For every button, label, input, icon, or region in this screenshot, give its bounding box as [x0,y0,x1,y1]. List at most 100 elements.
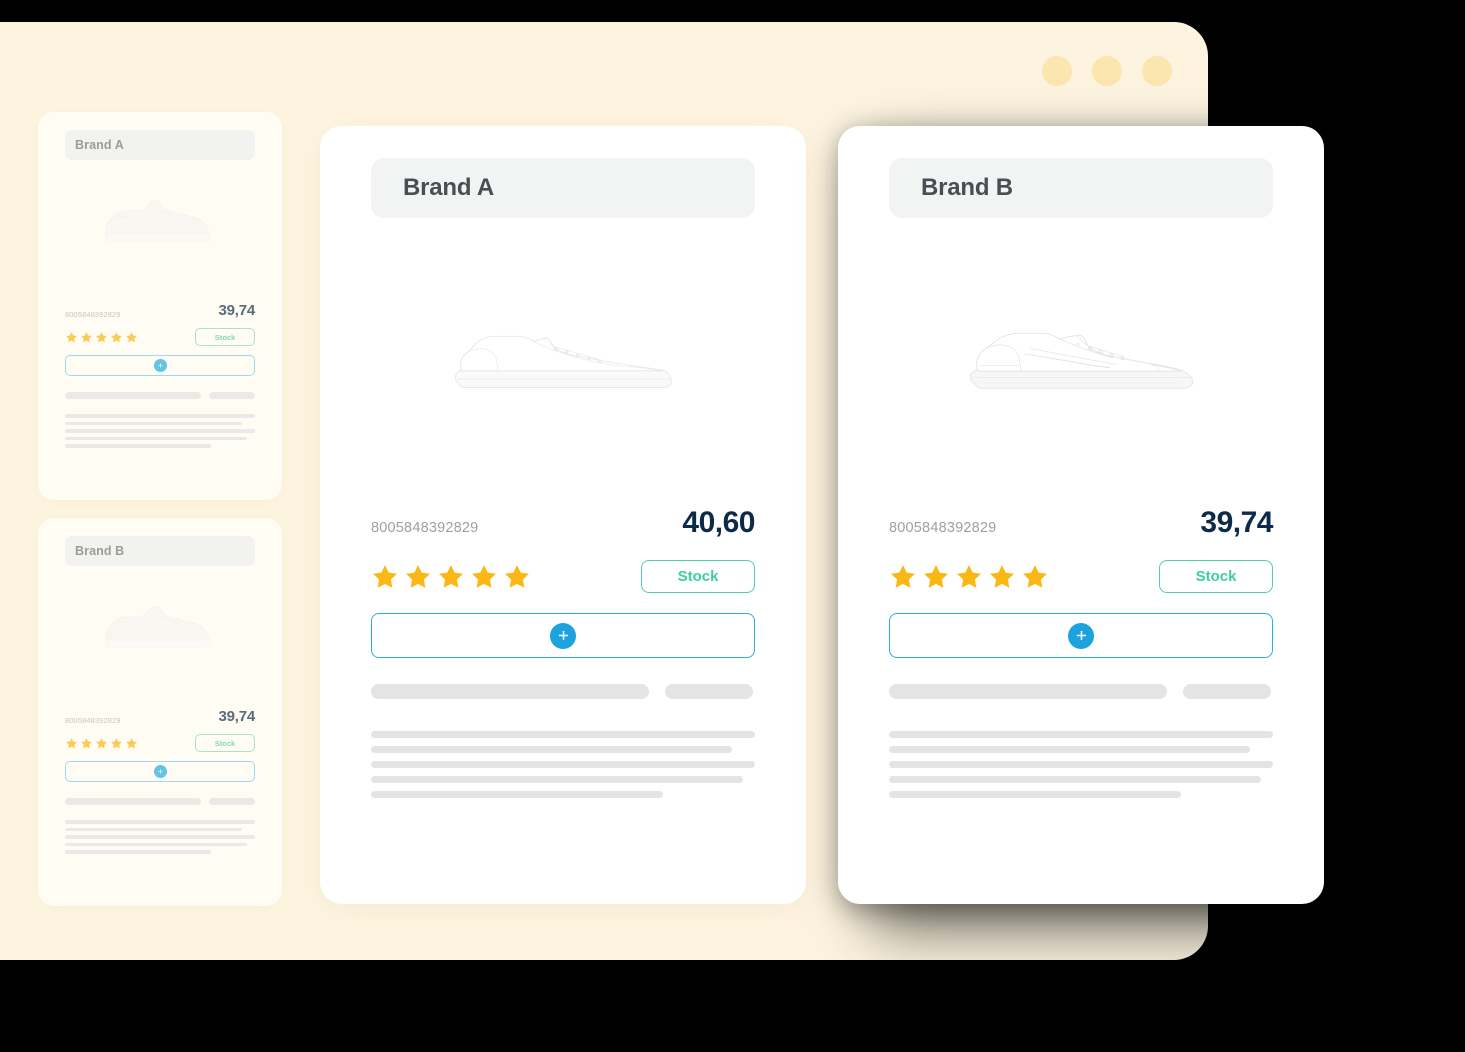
skeleton-bar [1183,684,1271,699]
star-icon [924,564,948,588]
star-icon [439,564,463,588]
screenshot-stage: Brand A 8005848392829 39,74 Stock Brand … [0,0,1465,1052]
rating-stock-row: Stock [889,560,1273,593]
sidebar-add-button[interactable] [65,355,255,376]
skeleton-line [65,414,255,418]
star-icon [81,737,92,748]
skeleton-bar [65,798,201,805]
sidebar-add-button[interactable] [65,761,255,782]
skeleton-line [889,761,1273,768]
star-icon [126,737,137,748]
product-image-brand-b [878,271,1284,456]
stock-badge: Stock [641,560,755,593]
sidebar-brand-pill: Brand A [65,130,255,160]
card-skeleton-brand-a [371,684,755,798]
skeleton-line [371,731,755,738]
skeleton-line [65,436,248,440]
skeleton-line [371,746,732,753]
rating-stock-row: Stock [371,560,755,593]
star-icon [957,564,981,588]
product-meta-brand-a: 8005848392829 40,60 Stock [371,506,755,658]
sidebar-product-image [100,196,215,244]
skeleton-line [889,791,1181,798]
star-icon [472,564,496,588]
sidebar-item-brand-a[interactable]: Brand A 8005848392829 39,74 Stock [38,112,282,500]
sidebar-price: 39,74 [218,708,255,725]
sidebar-rating-stars[interactable] [65,737,138,750]
sidebar-item-brand-b[interactable]: Brand B 8005848392829 39,74 Stock [38,518,282,906]
skeleton-line [65,820,255,824]
brand-pill: Brand B [889,158,1273,218]
sidebar-skeleton [65,798,255,854]
skeleton-line [65,429,255,433]
chrome-dot-2[interactable] [1092,56,1122,86]
sidebar-skeleton-top-row [65,798,255,805]
star-icon [111,737,122,748]
sidebar-stock-badge: Stock [195,328,255,346]
plus-icon [550,622,576,649]
sidebar-sku-price-row: 8005848392829 39,74 [65,302,255,319]
rating-stars[interactable] [889,563,1049,591]
plus-icon [1068,622,1094,649]
skeleton-bar [371,684,649,699]
skeleton-line [65,827,242,831]
sidebar-rating-stock-row: Stock [65,328,255,346]
sku-price-row: 8005848392829 40,60 [371,506,755,540]
add-to-cart-button[interactable] [371,613,755,658]
sidebar-skeleton-top-row [65,392,255,399]
product-card-brand-b[interactable]: Brand B 8005848392829 39,74 Stock [838,126,1324,904]
star-icon [81,331,92,342]
sidebar-product-meta: 8005848392829 39,74 Stock [65,302,255,376]
star-icon [406,564,430,588]
sidebar-skeleton-lines [65,820,255,854]
product-sku: 8005848392829 [889,520,997,536]
add-to-cart-button[interactable] [889,613,1273,658]
star-icon [66,737,77,748]
skeleton-line [65,421,242,425]
chrome-dot-3[interactable] [1142,56,1172,86]
card-skeleton-brand-b [889,684,1273,798]
skeleton-lines [371,731,755,798]
skeleton-line [889,776,1262,783]
sidebar-stock-badge: Stock [195,734,255,752]
sidebar-brand-pill: Brand B [65,536,255,566]
star-icon [96,331,107,342]
product-price: 39,74 [1200,506,1273,539]
skeleton-bar [209,392,255,399]
sidebar-product-image [100,602,215,650]
product-meta-brand-b: 8005848392829 39,74 Stock [889,506,1273,658]
star-icon [111,331,122,342]
chrome-dot-1[interactable] [1042,56,1072,86]
skeleton-line [371,791,663,798]
rating-stars[interactable] [371,563,531,591]
skeleton-line [65,850,212,854]
brand-label: Brand B [921,174,1013,201]
star-icon [66,331,77,342]
sku-price-row: 8005848392829 39,74 [889,506,1273,540]
skeleton-top-row [889,684,1273,699]
product-price: 40,60 [682,506,755,539]
sidebar-skeleton [65,392,255,448]
sidebar-sku: 8005848392829 [65,310,121,319]
skeleton-line [889,746,1250,753]
sidebar-product-meta: 8005848392829 39,74 Stock [65,708,255,782]
star-icon [891,564,915,588]
sidebar-sku: 8005848392829 [65,716,121,725]
skeleton-line [889,731,1273,738]
window-chrome-dots [1042,56,1172,86]
plus-icon [153,765,167,778]
skeleton-bar [889,684,1167,699]
skeleton-line [371,761,755,768]
sidebar-brand-label: Brand A [75,138,124,152]
star-icon [373,564,397,588]
sidebar-brand-label: Brand B [75,544,125,558]
star-icon [1023,564,1047,588]
product-sku: 8005848392829 [371,520,479,536]
product-card-brand-a[interactable]: Brand A 8005848392829 40,60 Stock [320,126,806,904]
star-icon [990,564,1014,588]
sidebar-rating-stars[interactable] [65,331,138,344]
skeleton-line [65,835,255,839]
sidebar-price: 39,74 [218,302,255,319]
skeleton-line [65,444,212,448]
plus-icon [153,359,167,372]
